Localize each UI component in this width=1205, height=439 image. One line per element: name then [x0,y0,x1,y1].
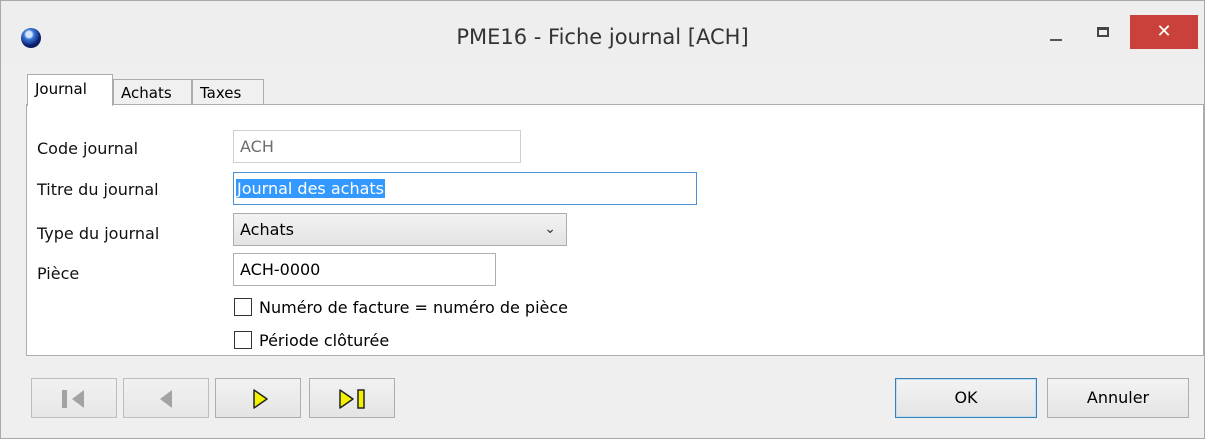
chevron-down-icon: ⌄ [544,221,556,237]
titre-journal-field[interactable]: Journal des achats [233,172,697,205]
tab-achats[interactable]: Achats [113,79,192,105]
type-journal-select[interactable]: Achats ⌄ [233,213,567,246]
close-button[interactable]: ✕ [1130,15,1198,49]
first-record-button[interactable] [31,378,117,418]
close-icon: ✕ [1156,21,1172,42]
type-journal-label: Type du journal [37,224,160,243]
dialog-window: PME16 - Fiche journal [ACH] ✕ Journal Ac… [0,0,1205,439]
tab-taxes[interactable]: Taxes [192,79,264,105]
tab-journal[interactable]: Journal [27,74,113,106]
window-title: PME16 - Fiche journal [ACH] [456,25,749,49]
maximize-button[interactable] [1081,15,1129,49]
last-record-icon [339,389,365,409]
maximize-icon [1097,27,1109,37]
code-journal-field[interactable]: ACH [233,130,521,163]
tab-panel-journal: Code journal ACH Titre du journal Journa… [26,104,1204,356]
code-journal-label: Code journal [37,139,139,158]
previous-record-button[interactable] [123,378,209,418]
titre-journal-selected-text: Journal des achats [236,179,385,198]
numero-facture-checkbox[interactable] [234,298,252,316]
last-record-button[interactable] [309,378,395,418]
ok-button[interactable]: OK [895,378,1037,418]
piece-field[interactable]: ACH-0000 [233,253,496,286]
first-record-icon [62,390,84,408]
piece-label: Pièce [37,264,80,283]
type-journal-value: Achats [240,220,295,239]
minimize-icon [1050,39,1062,41]
periode-cloturee-checkbox[interactable] [234,331,252,349]
title-bar[interactable]: PME16 - Fiche journal [ACH] ✕ [1,1,1204,65]
cancel-button[interactable]: Annuler [1047,378,1189,418]
previous-record-icon [160,390,172,408]
periode-cloturee-label[interactable]: Période clôturée [259,331,389,350]
titre-journal-label: Titre du journal [37,180,159,199]
minimize-button[interactable] [1033,15,1081,49]
numero-facture-label[interactable]: Numéro de facture = numéro de pièce [259,298,568,317]
next-record-icon [253,389,268,409]
next-record-button[interactable] [215,378,301,418]
